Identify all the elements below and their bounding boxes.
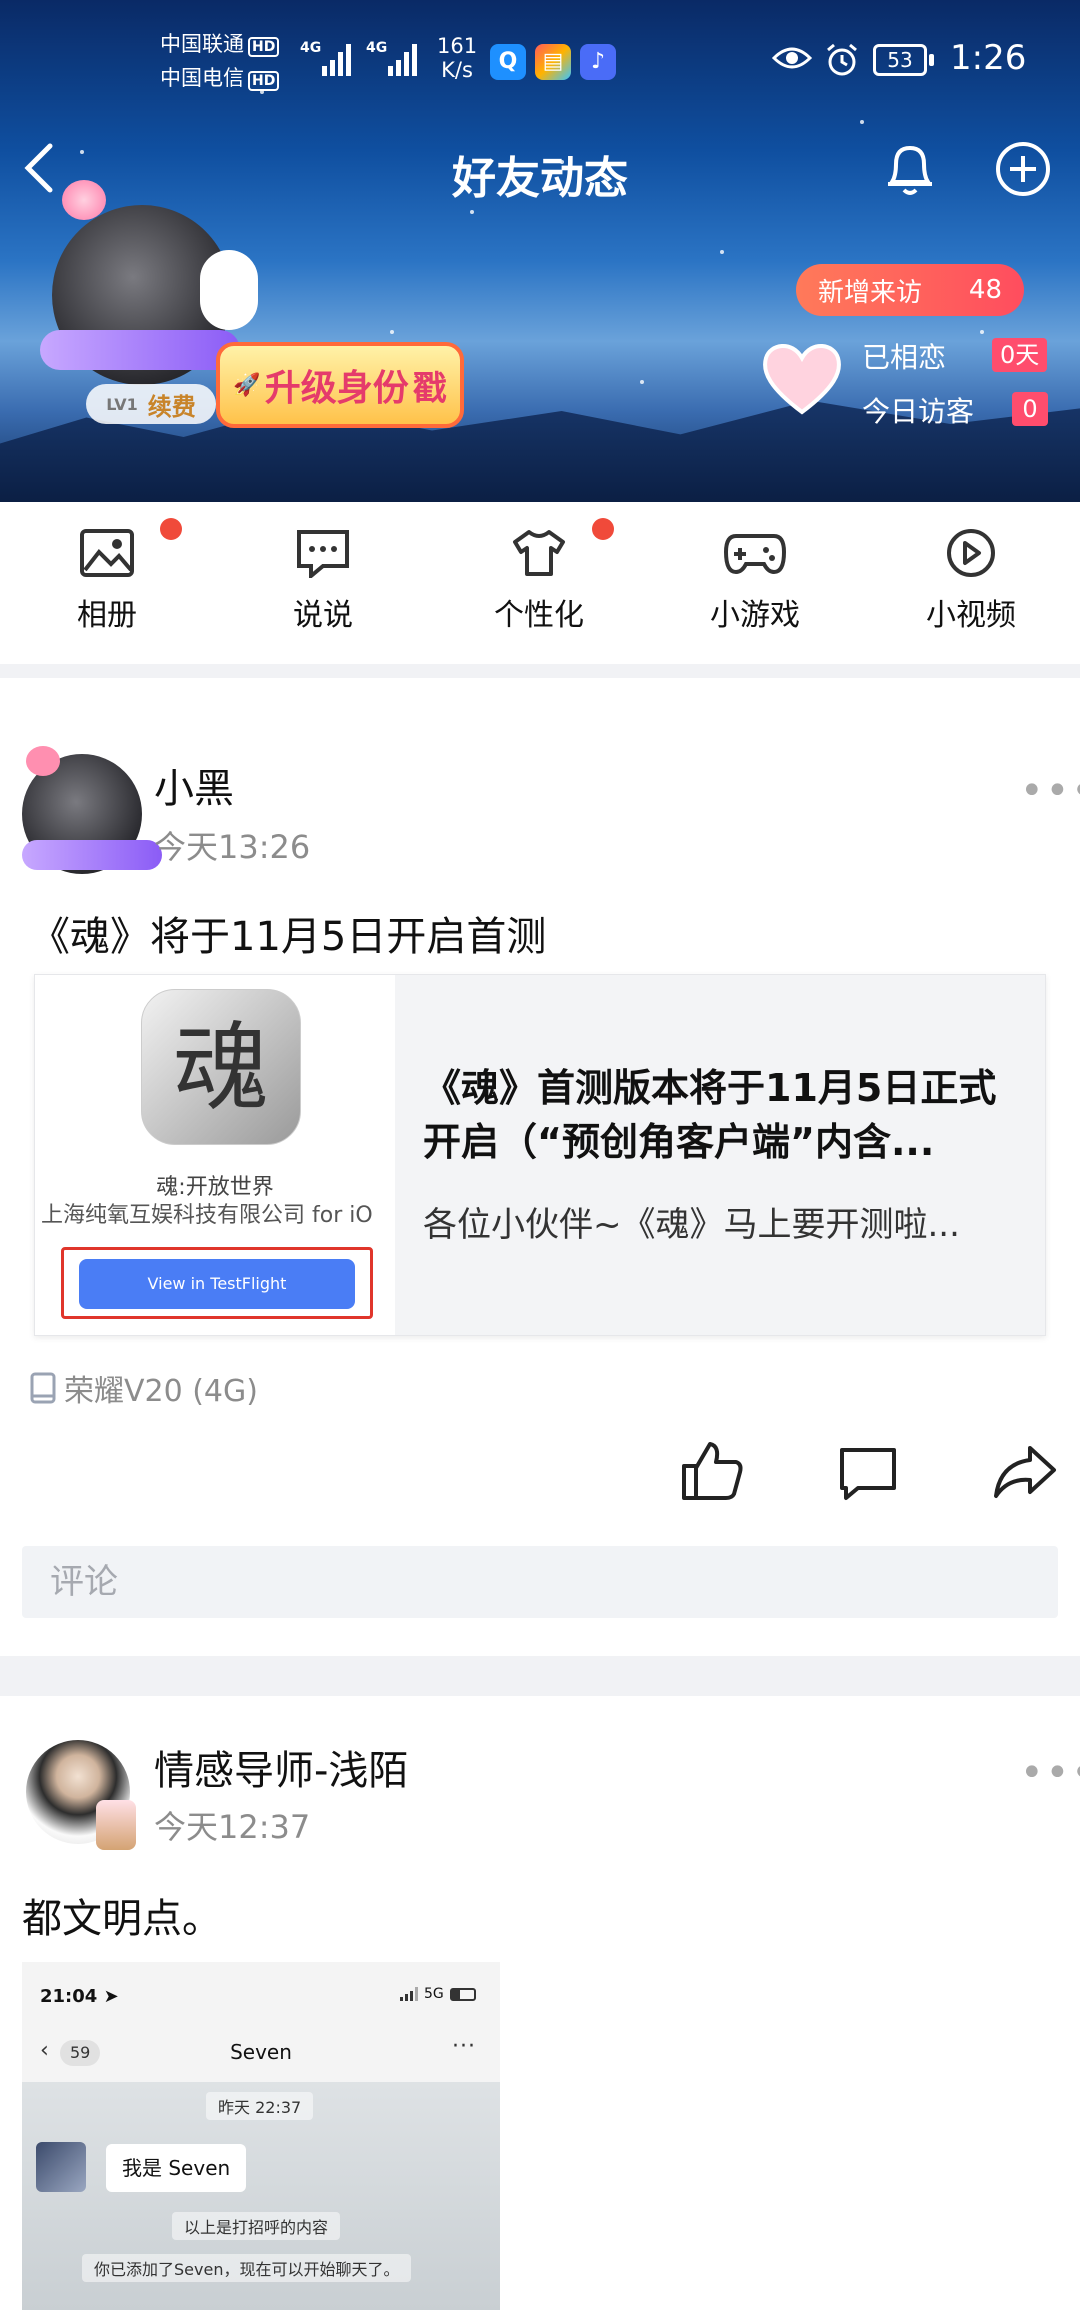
personalize-new-dot bbox=[592, 518, 614, 540]
more-options-icon[interactable]: ••• bbox=[1020, 1750, 1080, 1796]
new-visits-badge[interactable]: 新增来访 48 bbox=[796, 264, 1024, 316]
tab-minigame[interactable]: 小游戏 bbox=[680, 528, 830, 634]
tab-video[interactable]: 小视频 bbox=[896, 528, 1046, 634]
lantern-decoration bbox=[26, 746, 60, 776]
shot-notice-2: 你已添加了Seven，现在可以开始聊天了。 bbox=[82, 2254, 412, 2282]
post-time: 今天12:37 bbox=[154, 1808, 311, 1846]
share-icon[interactable] bbox=[992, 1444, 1058, 1500]
shot-time: 21:04 ➤ bbox=[40, 1986, 119, 2007]
cloud-decoration bbox=[40, 330, 240, 370]
network-type-1: 4G bbox=[300, 40, 322, 56]
post-text: 都文明点。 bbox=[22, 1896, 222, 1942]
shot-contact-avatar bbox=[36, 2142, 86, 2192]
net-speed: 161 K/s bbox=[437, 34, 478, 82]
post-image[interactable]: 21:04 ➤ 5G ‹ 59 Seven ··· 昨天 22:37 我是 Se… bbox=[22, 1962, 500, 2310]
shot-signal-icon bbox=[400, 1987, 418, 2001]
shot-status: 5G bbox=[400, 1986, 476, 2002]
clock: 1:26 bbox=[950, 38, 1027, 78]
app-developer: 上海纯氧互娱科技有限公司 for iO bbox=[41, 1203, 373, 1228]
together-value: 0天 bbox=[992, 338, 1048, 372]
post-divider bbox=[0, 1656, 1080, 1696]
alarm-icon bbox=[827, 43, 857, 76]
battery-tip bbox=[929, 54, 934, 66]
drink-decoration bbox=[96, 1800, 136, 1850]
shot-date: 昨天 22:37 bbox=[206, 2092, 314, 2120]
like-icon[interactable] bbox=[680, 1440, 744, 1502]
tab-album[interactable]: 相册 bbox=[32, 528, 182, 634]
visitors-value: 0 bbox=[1012, 392, 1048, 426]
shot-message: 我是 Seven bbox=[106, 2144, 247, 2192]
gamepad-icon bbox=[723, 534, 787, 575]
bell-icon[interactable] bbox=[882, 138, 938, 198]
shot-battery-icon bbox=[449, 1987, 476, 2001]
play-circle-icon bbox=[947, 529, 995, 577]
share-card[interactable]: 魂 魂:开放世界 上海纯氧互娱科技有限公司 for iO View in Tes… bbox=[34, 974, 1046, 1336]
post-time: 今天13:26 bbox=[154, 828, 311, 866]
section-divider bbox=[0, 664, 1080, 678]
upgrade-identity-button[interactable]: 🚀 升级身份 戳 bbox=[216, 342, 464, 428]
shot-more-icon: ··· bbox=[452, 2034, 476, 2059]
tshirt-icon bbox=[513, 530, 565, 576]
visitors-label: 今日访客 bbox=[862, 395, 975, 428]
rocket-icon: 🚀 bbox=[233, 372, 261, 398]
image-icon bbox=[80, 529, 134, 577]
level-badge: LV1 续费 bbox=[86, 384, 216, 424]
album-new-dot bbox=[160, 518, 182, 540]
cloud-decoration bbox=[22, 840, 162, 870]
comment-icon[interactable] bbox=[836, 1446, 900, 1502]
chat-bubble-icon bbox=[297, 530, 349, 581]
shot-notice-1: 以上是打招呼的内容 bbox=[172, 2212, 341, 2240]
tab-mood-label: 说说 bbox=[293, 598, 353, 633]
qq-browser-icon: Q bbox=[490, 44, 526, 80]
carrier-2: 中国电信 HD bbox=[160, 66, 280, 91]
eye-icon bbox=[772, 47, 812, 69]
tab-personalize[interactable]: 个性化 bbox=[464, 528, 614, 634]
tab-mood[interactable]: 说说 bbox=[248, 528, 398, 634]
tab-video-label: 小视频 bbox=[926, 598, 1016, 633]
rabbit-decoration bbox=[200, 250, 258, 330]
together-label: 已相恋 bbox=[862, 341, 947, 374]
signal-icon-1 bbox=[322, 40, 351, 76]
carrier-1: 中国联通 HD bbox=[160, 32, 280, 57]
app-icon: 魂 bbox=[141, 989, 301, 1145]
shot-contact-name: Seven bbox=[230, 2040, 292, 2064]
lantern-decoration bbox=[62, 180, 106, 220]
share-thumbnail: 魂 魂:开放世界 上海纯氧互娱科技有限公司 for iO View in Tes… bbox=[35, 975, 395, 1335]
plus-circle-icon[interactable] bbox=[994, 140, 1052, 198]
tab-minigame-label: 小游戏 bbox=[710, 598, 800, 633]
network-type-2: 4G bbox=[366, 40, 388, 56]
post-text: 《魂》将于11月5日开启首测 bbox=[30, 914, 547, 960]
heart-icon[interactable] bbox=[760, 338, 844, 418]
signal-icon-2 bbox=[388, 40, 417, 76]
device-info: 荣耀V20 (4G) bbox=[30, 1366, 258, 1410]
tab-personalize-label: 个性化 bbox=[494, 598, 584, 633]
share-description: 各位小伙伴~《魂》马上要开测啦... bbox=[423, 1205, 960, 1245]
share-title: 《魂》首测版本将于11月5日正式开启（“预创角客户端”内含... bbox=[423, 1066, 997, 1164]
phone-icon bbox=[30, 1372, 56, 1404]
device-name: 荣耀V20 (4G) bbox=[64, 1374, 258, 1409]
post-author[interactable]: 小黑 bbox=[154, 756, 234, 814]
profile-header: 中国联通 HD 中国电信 HD 4G 4G 161 K/s Q ▤ ♪ 53 1:26… bbox=[0, 0, 1080, 502]
battery-icon: 53 bbox=[873, 44, 927, 76]
toolbox-icon: ▤ bbox=[535, 44, 571, 80]
testflight-button[interactable]: View in TestFlight bbox=[79, 1259, 355, 1309]
tab-album-label: 相册 bbox=[77, 598, 137, 633]
comment-input[interactable]: 评论 bbox=[22, 1546, 1058, 1618]
more-options-icon[interactable]: ••• bbox=[1020, 768, 1080, 814]
post-author[interactable]: 情感导师-浅陌 bbox=[154, 1738, 408, 1796]
music-icon: ♪ bbox=[580, 44, 616, 80]
